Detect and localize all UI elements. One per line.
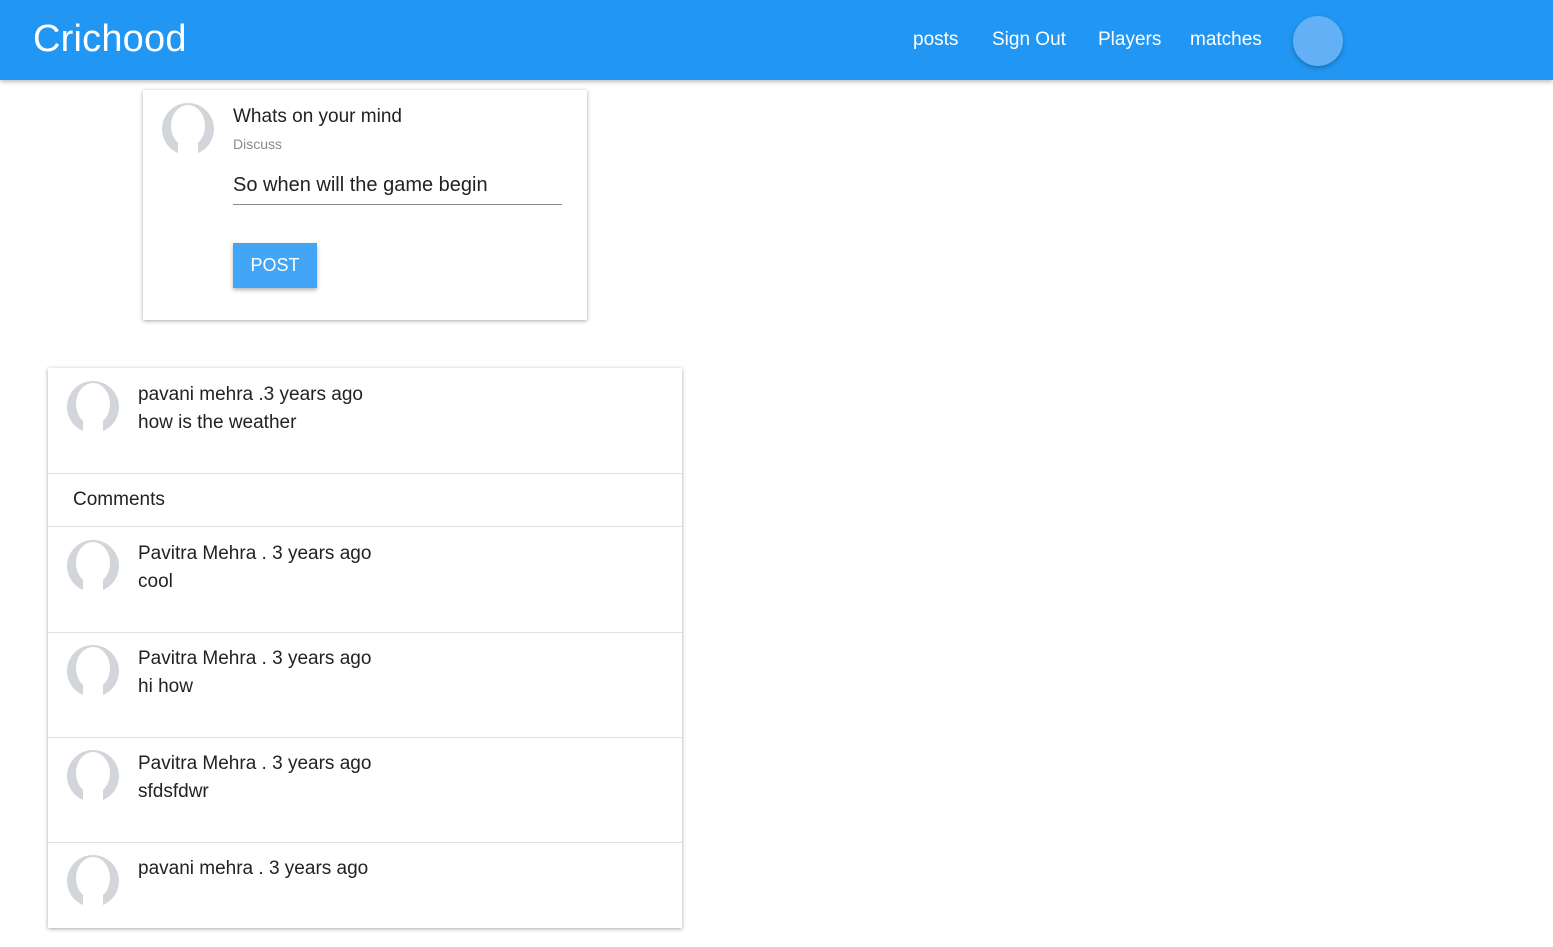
- comment-author-time: Pavitra Mehra . 3 years ago: [138, 753, 372, 774]
- commenter-avatar-icon: [66, 749, 120, 803]
- post-item: pavani mehra .3 years ago how is the wea…: [48, 368, 682, 474]
- nav-link-posts[interactable]: posts: [913, 29, 958, 51]
- comments-header: Comments: [48, 473, 682, 527]
- user-avatar-icon: [161, 102, 215, 156]
- post-author-time: pavani mehra .3 years ago: [138, 384, 363, 405]
- post-text: how is the weather: [138, 412, 297, 433]
- compose-title: Whats on your mind: [233, 106, 402, 127]
- brand-logo[interactable]: Crichood: [33, 18, 187, 61]
- post-button[interactable]: POST: [233, 243, 317, 288]
- compose-label-discuss: Discuss: [233, 136, 283, 152]
- compose-post-card: Whats on your mind Discuss POST: [143, 90, 587, 320]
- post-card: pavani mehra .3 years ago how is the wea…: [48, 368, 682, 928]
- nav-link-matches[interactable]: matches: [1190, 29, 1262, 51]
- post-text-input[interactable]: [233, 166, 562, 205]
- user-avatar-button[interactable]: [1293, 16, 1343, 66]
- top-navbar: Crichood posts Sign Out Players matches: [0, 0, 1553, 80]
- comment-item: Pavitra Mehra . 3 years ago sfdsfdwr: [48, 737, 682, 843]
- comment-text: cool: [138, 571, 173, 592]
- comment-author-time: Pavitra Mehra . 3 years ago: [138, 648, 372, 669]
- nav-link-players[interactable]: Players: [1098, 29, 1161, 51]
- comment-item: Pavitra Mehra . 3 years ago hi how: [48, 632, 682, 738]
- comment-author-time: Pavitra Mehra . 3 years ago: [138, 543, 372, 564]
- comment-item: pavani mehra . 3 years ago: [48, 842, 682, 947]
- comment-author-time: pavani mehra . 3 years ago: [138, 858, 369, 879]
- author-avatar-icon: [66, 380, 120, 434]
- commenter-avatar-icon: [66, 644, 120, 698]
- comment-text: hi how: [138, 676, 193, 697]
- commenter-avatar-icon: [66, 539, 120, 593]
- comment-text: sfdsfdwr: [138, 781, 209, 802]
- comments-label: Comments: [73, 489, 165, 510]
- comment-item: Pavitra Mehra . 3 years ago cool: [48, 527, 682, 633]
- commenter-avatar-icon: [66, 854, 120, 908]
- nav-link-sign-out[interactable]: Sign Out: [992, 29, 1066, 51]
